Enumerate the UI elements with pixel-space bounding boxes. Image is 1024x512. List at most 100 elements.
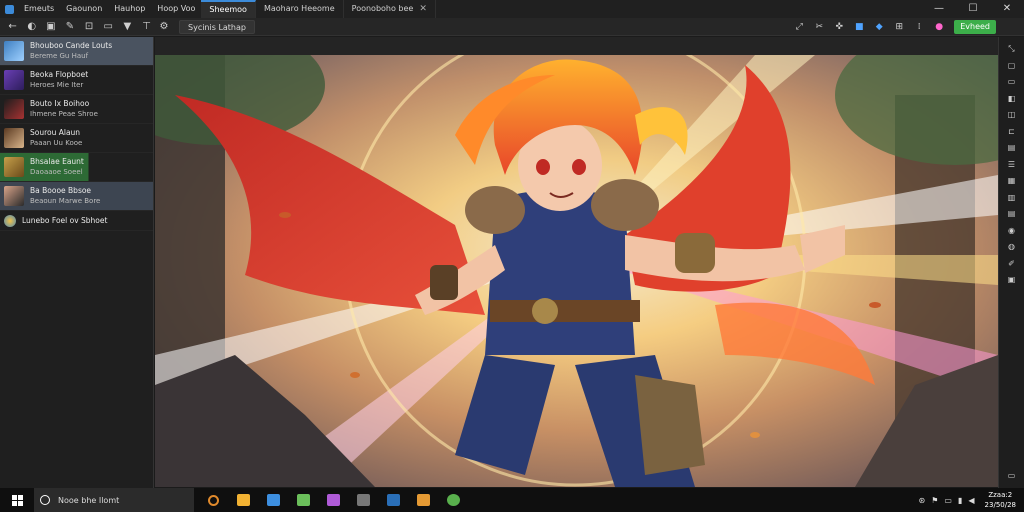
display-icon[interactable]: ▭ — [944, 496, 952, 505]
image-canvas[interactable] — [155, 55, 998, 487]
grid-icon[interactable]: ▥ — [1003, 190, 1021, 207]
thumbnail-icon — [4, 186, 24, 206]
tools-icon[interactable]: ✜ — [830, 19, 848, 35]
menu-item-1[interactable]: Emeuts — [18, 0, 60, 18]
thumbnail-icon — [4, 214, 16, 227]
maximize-button[interactable]: ☐ — [956, 0, 990, 18]
toggle-icon[interactable]: ◉ — [1003, 223, 1021, 240]
tab-close-icon[interactable]: ✕ — [419, 0, 427, 18]
panel-icon[interactable]: ▢ — [1003, 58, 1021, 75]
thumbnail-icon — [4, 41, 24, 61]
app-logo-icon — [0, 0, 18, 18]
layers-icon[interactable]: ◧ — [1003, 91, 1021, 108]
tab-label: Maoharo Heeome — [263, 4, 335, 13]
volume-icon[interactable]: ◀ — [968, 496, 974, 505]
menu-item-4[interactable]: Hoop Voo — [151, 0, 201, 18]
refresh-icon[interactable]: ◐ — [23, 19, 40, 35]
cut-icon[interactable]: ■ — [850, 19, 868, 35]
item-subtitle: Daoaaoe Soeel — [30, 168, 83, 176]
panel-bottom-icon[interactable]: ▭ — [1003, 468, 1021, 485]
palette-icon[interactable]: ● — [930, 19, 948, 35]
pinned-apps — [198, 488, 468, 512]
home-icon[interactable]: ▣ — [42, 19, 59, 35]
clock-time: Zzaa:2 — [988, 491, 1013, 499]
minimize-button[interactable]: — — [922, 0, 956, 18]
frame-icon[interactable]: ▭ — [1003, 74, 1021, 91]
brush-icon[interactable]: ✎ — [61, 19, 78, 35]
network-icon[interactable]: ⊛ — [919, 496, 926, 505]
crop-icon[interactable]: ✂ — [810, 19, 828, 35]
item-title: Beoka Flopboet — [30, 70, 89, 79]
tab-label: Poonoboho bee — [351, 4, 414, 13]
primary-action-button[interactable]: Evheed — [954, 20, 996, 34]
taskbar-app-browser[interactable] — [438, 488, 468, 512]
taskbar-app-store[interactable] — [258, 488, 288, 512]
item-subtitle: Beaoun Marwe Bore — [30, 197, 101, 205]
taskbar-app-folder[interactable] — [228, 488, 258, 512]
stamp-icon[interactable]: ⊡ — [81, 19, 98, 35]
brush-icon[interactable]: ✐ — [1003, 256, 1021, 273]
taskbar: Nooe bhe Ilomt ⊛ ⚑ ▭ ▮ ◀ Zzaa:2 23/50/28 — [0, 488, 1024, 512]
settings-icon[interactable]: ⚙ — [155, 19, 173, 35]
back-icon[interactable]: ← — [4, 19, 21, 35]
search-icon — [40, 495, 50, 505]
window-controls: — ☐ ✕ — [922, 0, 1024, 18]
thumbnail-icon — [4, 99, 24, 119]
taskbar-app-editor[interactable] — [348, 488, 378, 512]
taskbar-app-terminal[interactable] — [378, 488, 408, 512]
item-title: Ba Boooe Bbsoe — [30, 186, 92, 195]
taskbar-app-files[interactable] — [408, 488, 438, 512]
sidebar-list: Bhouboo Cande Louts Bereme Gu Hauf Beoka… — [0, 37, 154, 488]
sidebar-item-5[interactable]: Bhsalae Eaunt Daoaaoe Soeel — [0, 153, 153, 182]
grid-icon[interactable]: ⁞ — [910, 19, 928, 35]
settings-icon[interactable]: ▣ — [1003, 272, 1021, 289]
taskbar-app-media[interactable] — [318, 488, 348, 512]
tab-1[interactable]: Sheemoo — [201, 0, 256, 18]
thumbnail-icon — [4, 157, 24, 177]
system-tray: ⊛ ⚑ ▭ ▮ ◀ Zzaa:2 23/50/28 — [919, 488, 1016, 512]
collapse-icon[interactable]: ⤡ — [1003, 41, 1021, 58]
document-title[interactable]: Sycinis Lathap — [179, 19, 255, 34]
close-button[interactable]: ✕ — [990, 0, 1024, 18]
share-icon[interactable]: ⊞ — [890, 19, 908, 35]
sidebar-item-2[interactable]: Beoka Flopboet Heroes Mie Iter — [0, 66, 153, 95]
filter-icon[interactable]: ⊤ — [138, 19, 155, 35]
crop-icon[interactable]: ⊏ — [1003, 124, 1021, 141]
text-icon[interactable]: ▤ — [1003, 206, 1021, 223]
start-button[interactable] — [0, 488, 34, 512]
layout-icon[interactable]: ▭ — [100, 19, 117, 35]
clock-date: 23/50/28 — [984, 501, 1016, 509]
item-title: Bhsalae Eaunt — [30, 157, 84, 166]
tab-3[interactable]: Poonoboho bee ✕ — [344, 0, 436, 18]
sidebar-item-7[interactable]: Lunebo Foel ov Sbhoet — [0, 211, 153, 231]
chat-icon[interactable]: ▤ — [1003, 140, 1021, 157]
menu-item-2[interactable]: Gaounon — [60, 0, 108, 18]
camera-icon[interactable]: ◫ — [1003, 107, 1021, 124]
taskbar-search[interactable]: Nooe bhe Ilomt — [34, 488, 194, 512]
taskbar-app-circle[interactable] — [198, 488, 228, 512]
edit-icon[interactable]: ◍ — [1003, 239, 1021, 256]
tab-2[interactable]: Maoharo Heeome — [256, 0, 344, 18]
sidebar-item-3[interactable]: Bouto Ix Boihoo Ihmene Peae Shroe — [0, 95, 153, 124]
item-subtitle: Paaan Uu Kooe — [30, 139, 83, 147]
sidebar-item-6[interactable]: Ba Boooe Bbsoe Beaoun Marwe Bore — [0, 182, 153, 211]
list-icon[interactable]: ☰ — [1003, 157, 1021, 174]
item-title: Bouto Ix Boihoo — [30, 99, 90, 108]
table-icon[interactable]: ▦ — [1003, 173, 1021, 190]
tab-label: Sheemoo — [209, 5, 247, 14]
sidebar-item-4[interactable]: Sourou Alaun Paaan Uu Kooe — [0, 124, 153, 153]
right-tool-rail: ⤡ ▢ ▭ ◧ ◫ ⊏ ▤ ☰ ▦ ▥ ▤ ◉ ◍ ✐ ▣ ▭ — [998, 37, 1024, 488]
expand-icon[interactable]: ⤢ — [790, 19, 808, 35]
sidebar-item-1[interactable]: Bhouboo Cande Louts Bereme Gu Hauf — [0, 37, 153, 66]
clock[interactable]: Zzaa:2 23/50/28 — [985, 490, 1016, 510]
thumbnail-icon — [4, 70, 24, 90]
search-placeholder: Nooe bhe Ilomt — [58, 495, 120, 505]
item-title: Bhouboo Cande Louts — [30, 41, 113, 50]
layers-icon[interactable]: ◆ — [870, 19, 888, 35]
menu-item-3[interactable]: Hauhop — [108, 0, 151, 18]
thumbnail-icon — [4, 128, 24, 148]
battery-icon[interactable]: ▮ — [958, 496, 962, 505]
taskbar-app-photos[interactable] — [288, 488, 318, 512]
flag-icon[interactable]: ⚑ — [931, 496, 938, 505]
bookmark-icon[interactable]: ▼ — [119, 19, 136, 35]
